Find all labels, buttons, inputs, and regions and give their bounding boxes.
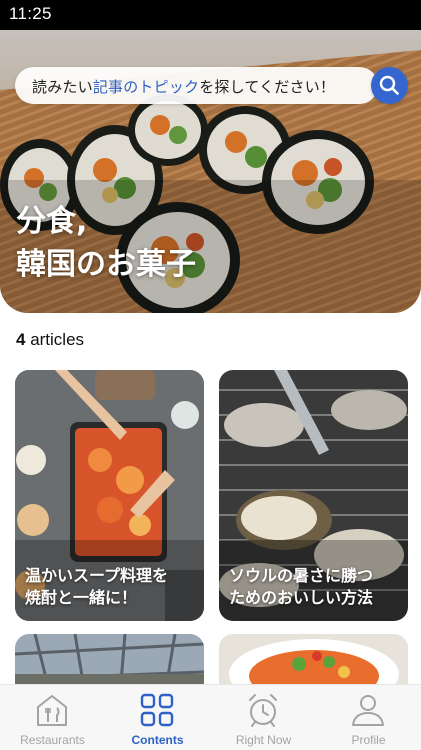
- hero-title-line1: 分食,: [16, 204, 88, 239]
- search-placeholder: 読みたい記事のトピックを探してください！: [32, 76, 335, 97]
- article-title-line1: 温かいスープ料理を: [25, 566, 169, 585]
- nav-profile[interactable]: Profile: [316, 685, 421, 750]
- search-icon: [379, 75, 399, 95]
- article-title: 温かいスープ料理を 焼酎と一緒に！: [25, 565, 196, 609]
- alarm-clock-icon: [249, 694, 277, 727]
- status-time: 11:25: [9, 4, 52, 23]
- nav-right-now[interactable]: Right Now: [211, 685, 316, 750]
- search-text-highlight: 記事のトピック: [92, 78, 200, 96]
- article-count-suffix: articles: [25, 330, 85, 349]
- bottom-navigation: Restaurants Contents Right Now Profile: [0, 684, 421, 750]
- article-title-line1: ソウルの暑さに勝つ: [229, 566, 374, 585]
- hero-title-line2: 韓国のお菓子: [16, 247, 196, 282]
- search-button[interactable]: [371, 67, 408, 104]
- article-card[interactable]: 温かいスープ料理を 焼酎と一緒に！: [15, 370, 204, 621]
- nav-label: Right Now: [235, 733, 292, 747]
- article-title-line2: 焼酎と一緒に！: [25, 588, 138, 607]
- app-screen: 11:25 分食, 韓国のお菓子 読みたい記事のトピックを探してください！ 4 …: [0, 0, 421, 750]
- person-icon: [352, 695, 384, 726]
- nav-label: Restaurants: [20, 733, 85, 747]
- article-count: 4 articles: [16, 330, 84, 350]
- restaurant-icon: [37, 695, 67, 726]
- nav-label: Contents: [131, 733, 184, 747]
- article-title: ソウルの暑さに勝つ ためのおいしい方法: [229, 565, 400, 609]
- status-bar: 11:25: [0, 0, 421, 30]
- grid-icon: [140, 693, 174, 727]
- search-text-before: 読みたい: [32, 78, 93, 96]
- nav-restaurants[interactable]: Restaurants: [0, 685, 105, 750]
- article-title-line2: ためのおいしい方法: [229, 588, 374, 607]
- search-text-after: を探してください！: [199, 78, 336, 96]
- hero-title: 分食, 韓国のお菓子: [16, 200, 196, 286]
- nav-label: Profile: [351, 733, 386, 747]
- nav-contents[interactable]: Contents: [105, 685, 210, 750]
- article-card[interactable]: ソウルの暑さに勝つ ためのおいしい方法: [219, 370, 408, 621]
- search-input[interactable]: 読みたい記事のトピックを探してください！: [15, 67, 378, 104]
